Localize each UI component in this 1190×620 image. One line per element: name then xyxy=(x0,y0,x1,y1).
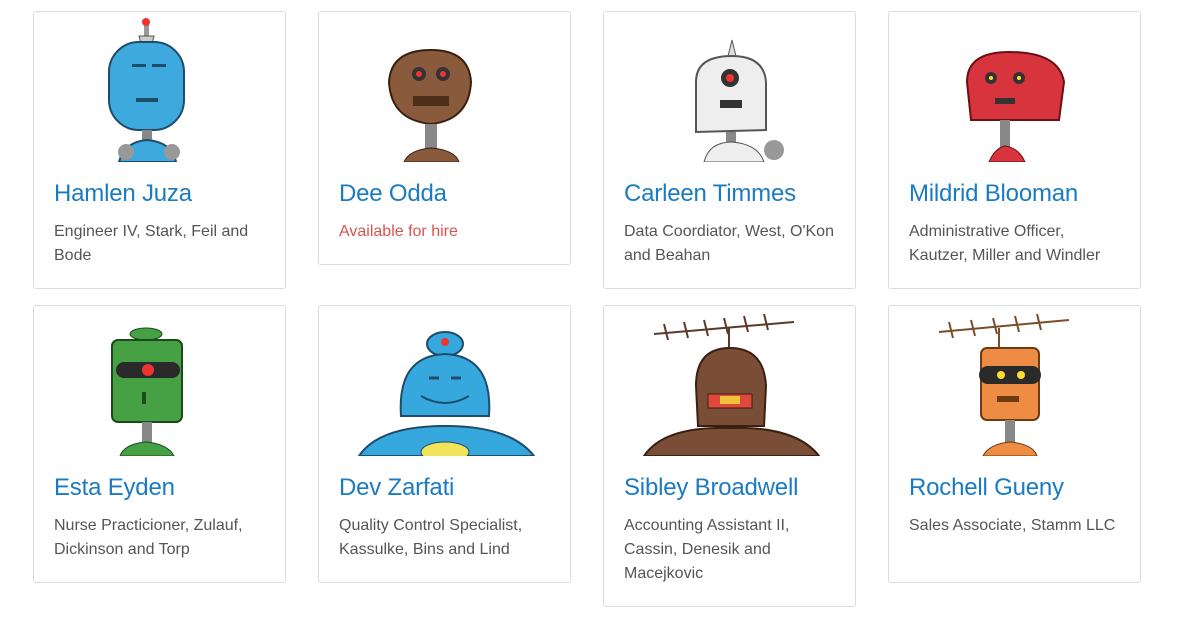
green-robot-icon xyxy=(54,306,269,456)
availability-status: Available for hire xyxy=(339,223,458,240)
blue-robot-antenna-icon xyxy=(54,12,269,162)
profile-name[interactable]: Mildrid Blooman xyxy=(909,180,1078,208)
profile-subtitle: Nurse Practicioner, Zulauf, Dickinson an… xyxy=(54,517,243,558)
profile-subtitle: Data Coordiator, West, O'Kon and Beahan xyxy=(624,223,834,264)
profile-card: Sibley Broadwell Accounting Assistant II… xyxy=(603,305,856,607)
profile-card: Dev Zarfati Quality Control Specialist, … xyxy=(318,305,571,583)
profile-subtitle: Accounting Assistant II, Cassin, Denesik… xyxy=(624,517,790,582)
blue-robot-round-icon xyxy=(339,306,554,456)
profile-card: Mildrid Blooman Administrative Officer, … xyxy=(888,11,1141,289)
profile-card: Rochell Gueny Sales Associate, Stamm LLC xyxy=(888,305,1141,583)
profile-card: Dee Odda Available for hire xyxy=(318,11,571,265)
profile-card: Esta Eyden Nurse Practicioner, Zulauf, D… xyxy=(33,305,286,583)
brown-robot-icon xyxy=(339,12,554,162)
profile-card: Carleen Timmes Data Coordiator, West, O'… xyxy=(603,11,856,289)
profile-card: Hamlen Juza Engineer IV, Stark, Feil and… xyxy=(33,11,286,289)
profile-subtitle: Engineer IV, Stark, Feil and Bode xyxy=(54,223,249,264)
profile-name[interactable]: Esta Eyden xyxy=(54,474,175,502)
profile-name[interactable]: Rochell Gueny xyxy=(909,474,1064,502)
profile-name[interactable]: Sibley Broadwell xyxy=(624,474,798,502)
orange-robot-antenna-icon xyxy=(909,306,1124,456)
red-robot-icon xyxy=(909,12,1124,162)
profile-name[interactable]: Hamlen Juza xyxy=(54,180,192,208)
profile-subtitle: Quality Control Specialist, Kassulke, Bi… xyxy=(339,517,523,558)
profile-subtitle: Administrative Officer, Kautzer, Miller … xyxy=(909,223,1101,264)
brown-robot-antenna-icon xyxy=(624,306,839,456)
profile-name[interactable]: Dev Zarfati xyxy=(339,474,454,502)
profile-name[interactable]: Dee Odda xyxy=(339,180,447,208)
white-robot-spike-icon xyxy=(624,12,839,162)
profile-subtitle: Sales Associate, Stamm LLC xyxy=(909,517,1116,534)
profile-name[interactable]: Carleen Timmes xyxy=(624,180,796,208)
